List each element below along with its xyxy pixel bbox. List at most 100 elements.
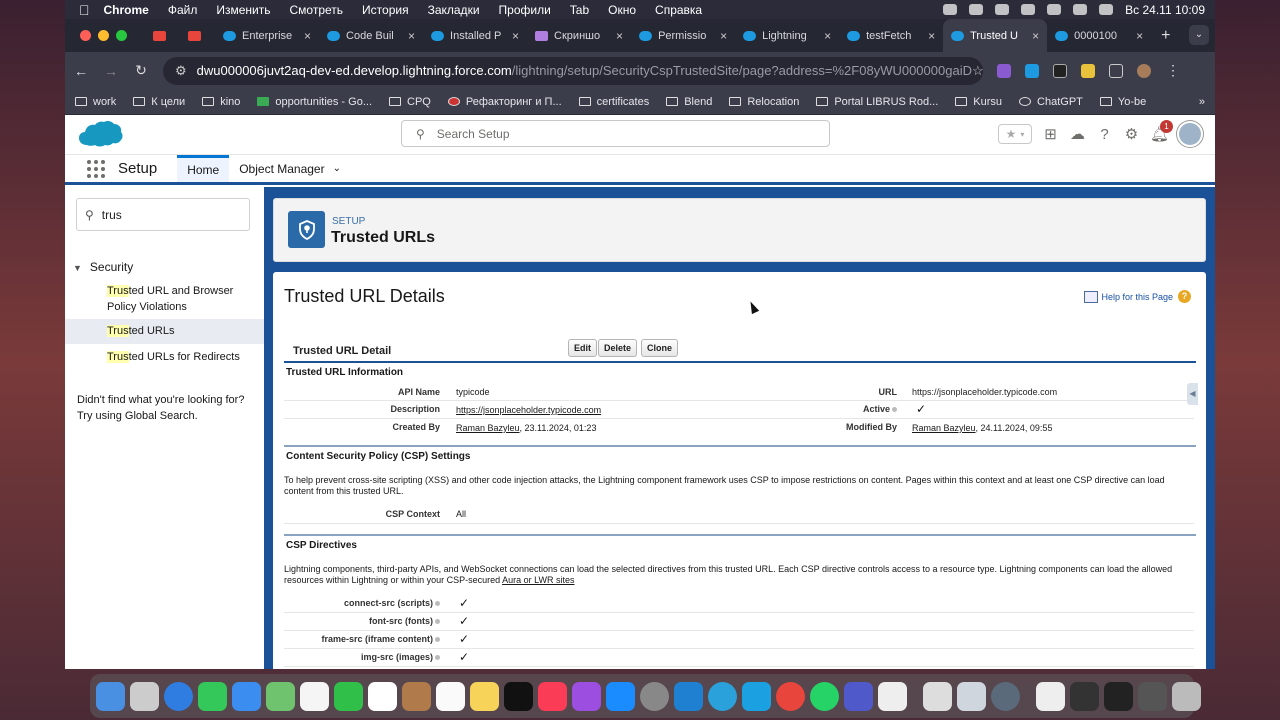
whatsapp-icon[interactable] (810, 681, 839, 711)
menu-tab[interactable]: Tab (570, 3, 589, 17)
close-tab-icon[interactable]: × (304, 29, 311, 43)
bookmark-folder[interactable]: Portal LIBRUS Rod... (816, 96, 938, 108)
site-info-icon[interactable]: ⚙ (175, 63, 187, 79)
music-icon[interactable] (538, 681, 567, 711)
screen-sharing-icon[interactable] (991, 681, 1020, 711)
menu-profiles[interactable]: Профили (499, 3, 551, 17)
browser-tab[interactable]: 0000100 × (1047, 19, 1151, 52)
printer-icon[interactable] (923, 681, 952, 711)
maps-icon[interactable] (266, 681, 295, 711)
mute-icon[interactable] (969, 4, 984, 15)
safari-icon[interactable] (164, 681, 193, 711)
reminders-icon[interactable] (436, 681, 465, 711)
podcasts-icon[interactable] (572, 681, 601, 711)
messages-icon[interactable] (198, 681, 227, 711)
menu-bookmarks[interactable]: Закладки (428, 3, 480, 17)
skype-icon[interactable] (742, 681, 771, 711)
gear-icon[interactable]: ⚙ (1123, 126, 1140, 143)
bookmark-link[interactable]: Рефакторинг и П... (447, 96, 562, 108)
calendar-icon[interactable] (368, 681, 397, 711)
control-center-icon[interactable] (1099, 4, 1114, 15)
app-store-icon[interactable] (606, 681, 635, 711)
side-panel-toggle-icon[interactable]: ◀ (1187, 383, 1198, 405)
chevron-down-icon[interactable]: ⌄ (333, 163, 341, 174)
profile-avatar-icon[interactable] (1137, 63, 1151, 78)
chrome-icon[interactable] (776, 681, 805, 711)
browser-tab[interactable]: Installed P × (423, 19, 527, 52)
app-launcher-icon[interactable] (87, 159, 105, 178)
downloads-stack-icon[interactable] (1104, 681, 1133, 711)
menu-view[interactable]: Смотреть (290, 3, 344, 17)
system-settings-icon[interactable] (640, 681, 669, 711)
quick-find-input[interactable]: ⚲ trus (76, 198, 250, 231)
finder-icon[interactable] (96, 681, 125, 711)
extension-icon[interactable] (1053, 63, 1067, 78)
vscode-icon[interactable] (674, 681, 703, 711)
reload-icon[interactable]: ↻ (133, 62, 149, 79)
wifi-icon[interactable] (1021, 4, 1036, 15)
bookmark-link[interactable]: ChatGPT (1019, 96, 1083, 108)
info-icon[interactable] (435, 619, 440, 625)
extension-icon[interactable] (1081, 63, 1095, 78)
apple-icon[interactable]:  (79, 2, 90, 18)
browser-tab[interactable]: Permissio × (631, 19, 735, 52)
trailhead-icon[interactable]: ☁ (1069, 126, 1086, 143)
close-tab-icon[interactable]: × (928, 29, 935, 43)
delete-button[interactable]: Delete (598, 339, 638, 357)
back-icon[interactable]: ← (73, 63, 89, 79)
menu-app-name[interactable]: Chrome (104, 3, 149, 17)
bookmark-folder[interactable]: Yo-be (1099, 96, 1146, 108)
bookmark-folder[interactable]: Relocation (729, 96, 799, 108)
avatar[interactable] (1177, 121, 1203, 147)
launchpad-icon[interactable] (130, 681, 159, 711)
teams-icon[interactable] (844, 681, 873, 711)
document-icon[interactable] (1036, 681, 1065, 711)
sidebar-item-trusted-urls[interactable]: Trusted URLs (65, 319, 264, 344)
bookmark-folder[interactable]: work (75, 96, 116, 108)
global-actions-icon[interactable]: ⊞ (1042, 126, 1059, 143)
menu-file[interactable]: Файл (168, 3, 198, 17)
browser-menu-icon[interactable]: ⋮ (1165, 62, 1181, 79)
record-icon[interactable] (943, 4, 958, 15)
menu-help[interactable]: Справка (655, 3, 702, 17)
textedit-icon[interactable] (878, 681, 907, 711)
close-tab-icon[interactable]: × (408, 29, 415, 43)
info-icon[interactable] (435, 637, 440, 643)
forward-icon[interactable]: → (103, 63, 119, 79)
extensions-puzzle-icon[interactable] (1109, 63, 1123, 78)
new-tab-button[interactable]: + (1161, 27, 1170, 45)
bookmark-folder[interactable]: CPQ (389, 96, 431, 108)
sidebar-section-security[interactable]: ▼ Security (73, 260, 133, 274)
bookmark-folder[interactable]: kino (202, 96, 240, 108)
info-icon[interactable] (435, 601, 440, 607)
browser-tab[interactable]: Lightning × (735, 19, 839, 52)
address-bar[interactable]: ⚙ dwu000006juvt2aq-dev-ed.develop.lightn… (163, 56, 983, 85)
extension-icon[interactable] (997, 63, 1011, 78)
salesforce-logo-icon[interactable] (77, 119, 123, 151)
close-tab-icon[interactable]: × (720, 29, 727, 43)
zoom-window-button[interactable] (116, 30, 127, 41)
close-tab-icon[interactable]: × (1032, 29, 1039, 43)
bookmark-folder[interactable]: Blend (666, 96, 712, 108)
browser-tab-active[interactable]: Trusted U × (943, 19, 1048, 52)
battery-icon[interactable] (995, 4, 1010, 15)
sidebar-item-trusted-urls-redirects[interactable]: Trusted URLs for Redirects (65, 349, 264, 367)
browser-tab[interactable]: testFetch × (839, 19, 943, 52)
folder-stack-icon[interactable] (1070, 681, 1099, 711)
minimize-window-button[interactable] (98, 30, 109, 41)
edit-button[interactable]: Edit (568, 339, 597, 357)
bookmark-star-icon[interactable]: ☆ (972, 63, 983, 79)
menu-window[interactable]: Окно (608, 3, 636, 17)
tab-home[interactable]: Home (177, 155, 230, 182)
trash-icon[interactable] (1172, 681, 1201, 711)
bookmark-folder[interactable]: Kursu (955, 96, 1002, 108)
bookmark-folder[interactable]: К цели (133, 96, 185, 108)
info-icon[interactable] (892, 407, 897, 413)
telegram-icon[interactable] (708, 681, 737, 711)
close-window-button[interactable] (80, 30, 91, 41)
bell-icon[interactable]: 🔔︎ 1 (1150, 119, 1173, 143)
browser-tab[interactable] (180, 19, 215, 52)
bookmark-link[interactable]: opportunities - Go... (257, 96, 372, 108)
photos-icon[interactable] (300, 681, 329, 711)
more-bookmarks-icon[interactable]: » (1199, 96, 1205, 108)
